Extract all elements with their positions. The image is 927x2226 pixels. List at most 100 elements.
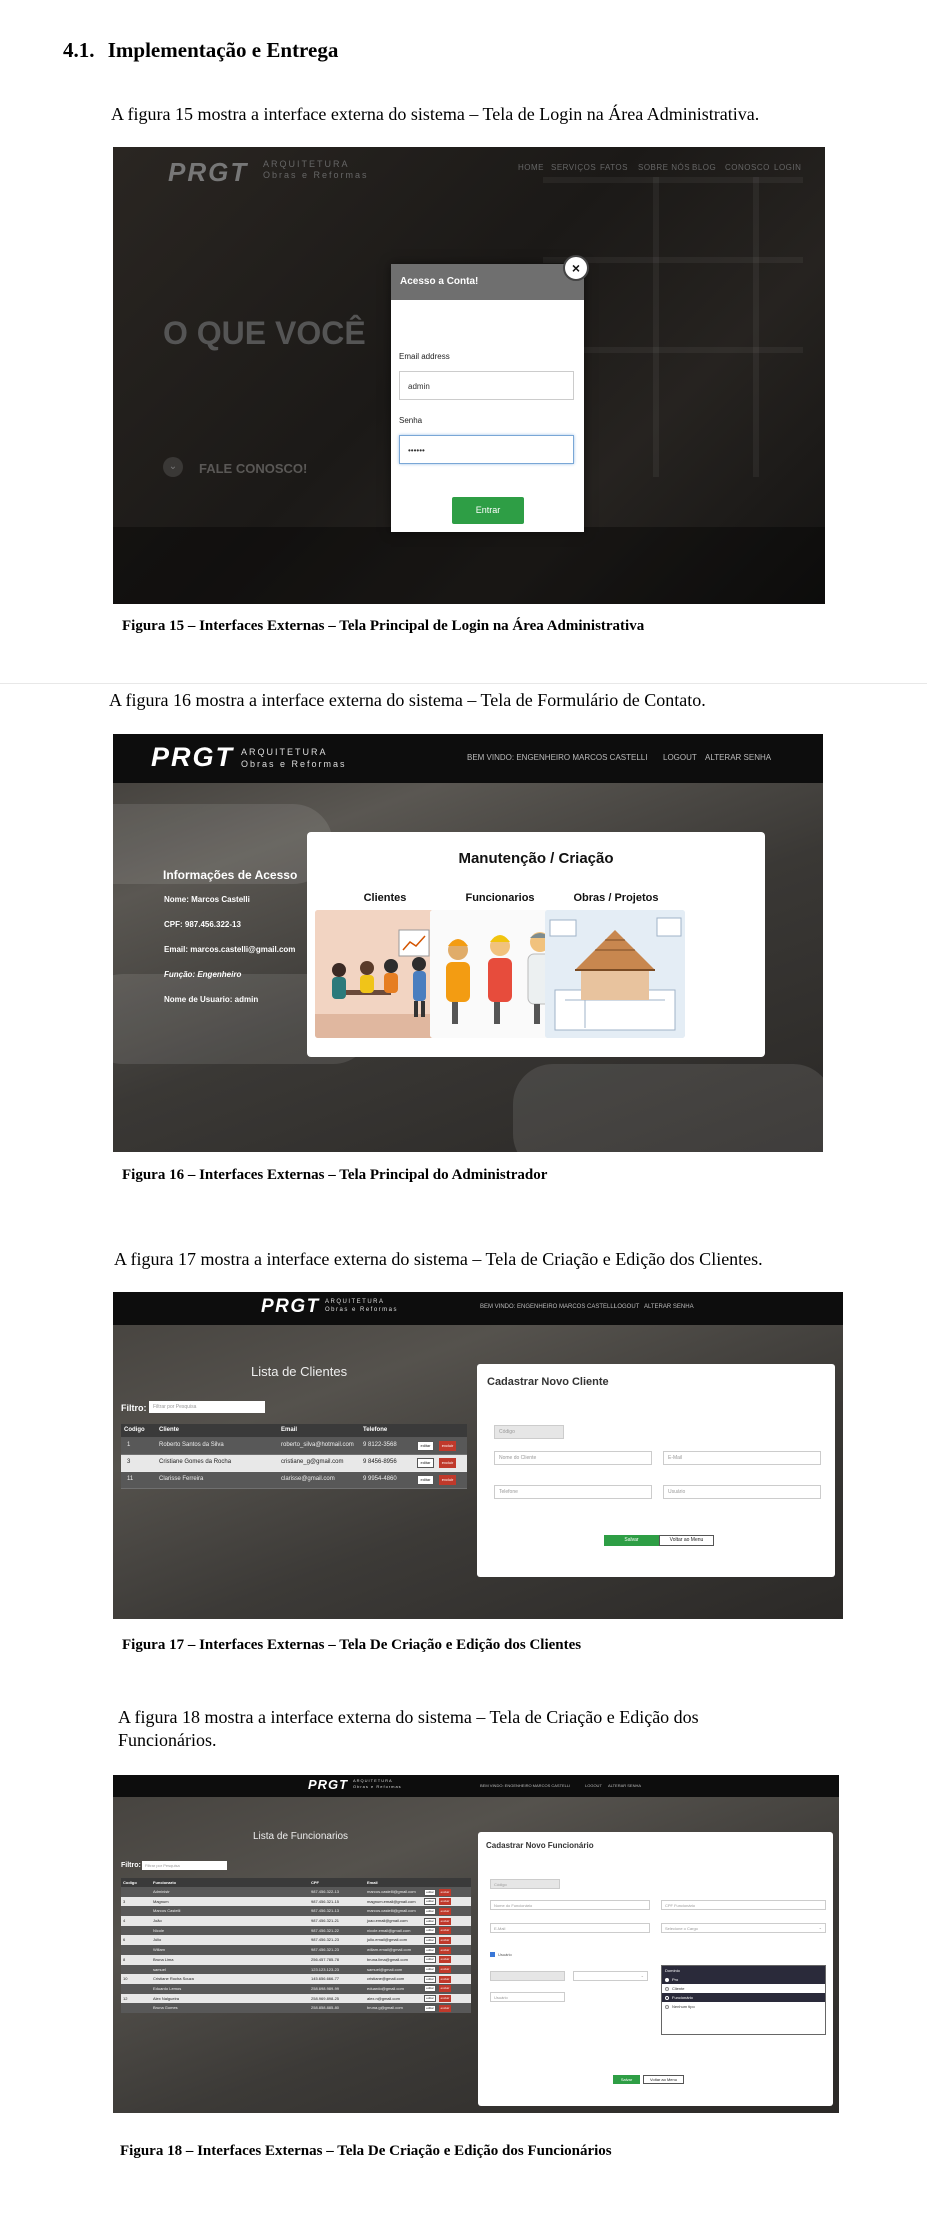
delete-button[interactable]: excluir: [439, 1898, 451, 1906]
figure-18-caption: Figura 18 – Interfaces Externas – Tela D…: [120, 2143, 612, 2159]
table-header: Codigo Funcionario CPF Email: [121, 1878, 471, 1887]
login-modal: Acesso a Conta! Email address admin Senh…: [391, 264, 584, 532]
delete-button[interactable]: excluir: [439, 1917, 451, 1925]
brand-subtitle: ARQUITETURA Obras e Reformas: [241, 747, 347, 769]
nav-change-password[interactable]: ALTERAR SENHA: [608, 1783, 641, 1788]
nav-change-password[interactable]: ALTERAR SENHA: [644, 1304, 694, 1310]
edit-button[interactable]: editar: [424, 1956, 436, 1964]
edit-button[interactable]: editar: [424, 1907, 436, 1915]
table-row: Marcos Castelli 987.456.321-13 marcos.cast…: [121, 1906, 471, 1917]
nav-logout[interactable]: LOGOUT: [585, 1783, 602, 1788]
maintenance-panel: Manutenção / Criação Clientes Funcionari…: [307, 832, 765, 1057]
nav-logout[interactable]: LOGOUT: [614, 1304, 639, 1310]
dropdown-option[interactable]: Cliente: [662, 1984, 825, 1993]
edit-button[interactable]: editar: [417, 1458, 434, 1468]
nav-sobre[interactable]: SOBRE NÓS: [638, 163, 690, 172]
edit-button[interactable]: editar: [424, 1888, 436, 1896]
table-row: Nicole 987.456.321-22 nicole.email@gmail.c…: [121, 1925, 471, 1936]
card-obras[interactable]: [545, 910, 685, 1038]
delete-button[interactable]: excluir: [439, 1956, 451, 1964]
code-field[interactable]: Código: [494, 1425, 564, 1439]
back-to-menu-button[interactable]: Voltar ao Menu: [643, 2075, 684, 2084]
table-row: Eduardo Lemos 258.698.989-99 eduardo@gmail…: [121, 1983, 471, 1994]
user-checkbox[interactable]: Usuário: [490, 1952, 512, 1958]
back-to-menu-button[interactable]: Voltar ao Menu: [659, 1535, 714, 1546]
info-username: Nome de Usuario: admin: [164, 995, 259, 1004]
chevron-down-icon[interactable]: ⌄: [163, 457, 183, 477]
edit-button[interactable]: editar: [417, 1475, 434, 1485]
access-field[interactable]: [490, 1971, 565, 1981]
edit-button[interactable]: editar: [424, 2004, 436, 2012]
dropdown-option[interactable]: Funcionário: [662, 1993, 825, 2002]
clients-table: Codigo Cliente Email Telefone 1 Roberto …: [121, 1424, 467, 1489]
filter-label: Filtro:: [121, 1403, 147, 1413]
delete-button[interactable]: excluir: [439, 2004, 451, 2012]
edit-button[interactable]: editar: [424, 1966, 436, 1973]
save-button[interactable]: Salvar: [604, 1535, 659, 1546]
edit-button[interactable]: editar: [424, 1927, 436, 1935]
nav-logout[interactable]: LOGOUT: [663, 753, 697, 762]
edit-button[interactable]: editar: [424, 1898, 436, 1906]
dropdown-option[interactable]: Pro: [662, 1975, 825, 1984]
password-field[interactable]: ••••••: [399, 435, 574, 464]
delete-button[interactable]: excluir: [439, 1927, 451, 1935]
figure-18-screenshot: PRGT ARQUITETURA Obras e Reformas BEM VI…: [113, 1775, 839, 2113]
delete-button[interactable]: excluir: [439, 1907, 451, 1915]
edit-button[interactable]: editar: [424, 1975, 436, 1983]
delete-button[interactable]: excluir: [439, 1458, 456, 1468]
contact-cta[interactable]: FALE CONOSCO!: [199, 461, 307, 476]
hero-text: O QUE VOCÊ: [163, 315, 366, 351]
close-icon[interactable]: ×: [563, 255, 589, 281]
delete-button[interactable]: excluir: [439, 1975, 451, 1983]
save-button[interactable]: Salvar: [613, 2075, 640, 2084]
edit-button[interactable]: editar: [424, 1946, 436, 1954]
delete-button[interactable]: excluir: [439, 1985, 451, 1993]
nav-servicos[interactable]: SERVIÇOS: [551, 163, 596, 172]
nav-conosco[interactable]: CONOSCO: [725, 163, 770, 172]
delete-button[interactable]: excluir: [439, 1995, 451, 2003]
delete-button[interactable]: excluir: [439, 1475, 456, 1485]
table-row: 8 Bruna Lima 256.457.785-78 bruna.lima@gmai…: [121, 1954, 471, 1965]
nav-blog[interactable]: BLOG: [692, 163, 716, 172]
new-client-form: Cadastrar Novo Cliente Código Nome do Cl…: [477, 1364, 835, 1577]
user-field[interactable]: Usuário: [663, 1485, 821, 1499]
delete-button[interactable]: excluir: [439, 1966, 451, 1973]
delete-button[interactable]: excluir: [439, 1441, 456, 1451]
delete-button[interactable]: excluir: [439, 1946, 451, 1954]
user-field[interactable]: Usuário: [490, 1992, 565, 2002]
filter-input[interactable]: Filtrar por Pesquisa: [142, 1861, 227, 1870]
access-select[interactable]: ⌄: [573, 1971, 648, 1981]
modal-title: Acesso a Conta!: [391, 264, 584, 300]
edit-button[interactable]: editar: [424, 1985, 436, 1993]
edit-button[interactable]: editar: [424, 1936, 436, 1944]
top-navbar: [113, 1775, 839, 1797]
type-dropdown[interactable]: Domínio Pro Cliente Funcionário Nenhum t…: [661, 1965, 826, 2035]
login-button[interactable]: Entrar: [452, 497, 524, 524]
info-cpf: CPF: 987.456.322-13: [164, 920, 241, 929]
email-field[interactable]: E-Mail: [663, 1451, 821, 1465]
role-select[interactable]: Selecione o Cargo ⌄: [661, 1923, 826, 1933]
nav-change-password[interactable]: ALTERAR SENHA: [705, 753, 771, 762]
edit-button[interactable]: editar: [417, 1441, 434, 1451]
figure-17-intro: A figura 17 mostra a interface externa d…: [114, 1249, 763, 1269]
panel-title: Manutenção / Criação: [458, 850, 614, 867]
brand-logo: PRGT: [308, 1777, 349, 1792]
cpf-field[interactable]: CPF Funcionário: [661, 1900, 826, 1910]
nav-login[interactable]: LOGIN: [774, 163, 801, 172]
brand-logo: PRGT: [151, 742, 235, 772]
nav-home[interactable]: HOME: [518, 163, 544, 172]
edit-button[interactable]: editar: [424, 1917, 436, 1925]
nav-fatos[interactable]: FATOS: [600, 163, 628, 172]
email-field[interactable]: E-Mail: [490, 1923, 650, 1933]
name-field[interactable]: Nome do Funcionário: [490, 1900, 650, 1910]
name-field[interactable]: Nome do Cliente: [494, 1451, 652, 1465]
dropdown-option[interactable]: Nenhum tipo: [662, 2002, 825, 2011]
email-field[interactable]: admin: [399, 371, 574, 400]
delete-button[interactable]: excluir: [439, 1888, 451, 1896]
code-field[interactable]: Código: [490, 1879, 560, 1889]
phone-field[interactable]: Telefone: [494, 1485, 652, 1499]
table-row: samuel 123.123.123-23 samuel@gmail.com edit…: [121, 1964, 471, 1975]
filter-input[interactable]: Filtrar por Pesquisa: [149, 1401, 265, 1413]
edit-button[interactable]: editar: [424, 1995, 436, 2003]
delete-button[interactable]: excluir: [439, 1936, 451, 1944]
